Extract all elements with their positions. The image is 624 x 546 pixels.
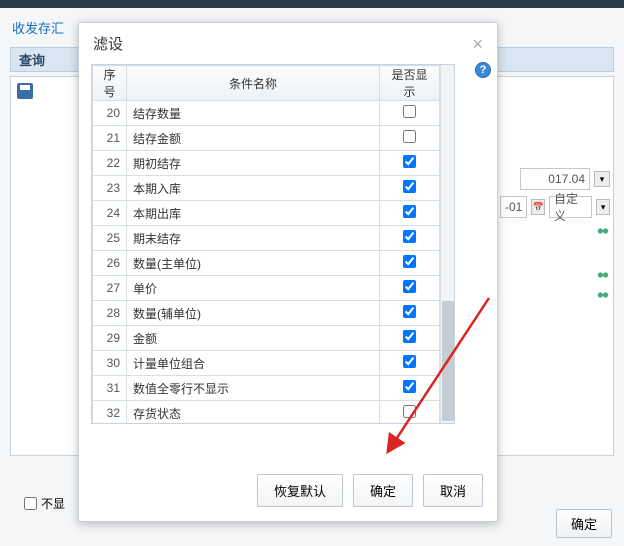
lookup-icon[interactable] [596, 268, 610, 282]
show-checkbox[interactable] [403, 405, 416, 418]
table-row[interactable]: 25期末结存 [93, 226, 440, 251]
cell-name: 存货状态 [127, 401, 380, 424]
cell-show [380, 201, 440, 226]
cell-seq: 28 [93, 301, 127, 326]
cell-name: 结存金额 [127, 126, 380, 151]
cell-seq: 27 [93, 276, 127, 301]
show-checkbox[interactable] [403, 230, 416, 243]
cell-name: 单价 [127, 276, 380, 301]
show-checkbox[interactable] [403, 355, 416, 368]
cell-name: 结存数量 [127, 101, 380, 126]
cell-show [380, 251, 440, 276]
cell-name: 数值全零行不显示 [127, 376, 380, 401]
cell-seq: 30 [93, 351, 127, 376]
dialog-cancel-button[interactable]: 取消 [423, 474, 483, 507]
show-checkbox[interactable] [403, 330, 416, 343]
cell-seq: 23 [93, 176, 127, 201]
breadcrumb-link[interactable]: 收发存汇 [10, 14, 64, 47]
app-titlebar [0, 0, 624, 8]
right-fields: 017.04 ▾ -01 📅 自定义 ▾ [500, 168, 610, 308]
cell-show [380, 126, 440, 151]
cell-seq: 29 [93, 326, 127, 351]
cell-show [380, 226, 440, 251]
table-row[interactable]: 27单价 [93, 276, 440, 301]
table-row[interactable]: 31数值全零行不显示 [93, 376, 440, 401]
cell-show [380, 276, 440, 301]
show-checkbox[interactable] [403, 205, 416, 218]
table-row[interactable]: 22期初结存 [93, 151, 440, 176]
cell-name: 金额 [127, 326, 380, 351]
cell-seq: 24 [93, 201, 127, 226]
cell-seq: 22 [93, 151, 127, 176]
conditions-table: 序号 条件名称 是否显示 20结存数量21结存金额22期初结存23本期入库24本… [91, 64, 455, 424]
cell-show [380, 376, 440, 401]
table-row[interactable]: 21结存金额 [93, 126, 440, 151]
table-row[interactable]: 20结存数量 [93, 101, 440, 126]
cell-name: 本期入库 [127, 176, 380, 201]
table-row[interactable]: 24本期出库 [93, 201, 440, 226]
dialog-ok-button[interactable]: 确定 [353, 474, 413, 507]
cell-show [380, 151, 440, 176]
col-seq: 序号 [93, 66, 127, 101]
cell-seq: 32 [93, 401, 127, 424]
cell-seq: 25 [93, 226, 127, 251]
table-row[interactable]: 26数量(主单位) [93, 251, 440, 276]
bottom-checkbox-label: 不显 [41, 495, 65, 512]
lookup-icon[interactable] [596, 288, 610, 302]
show-checkbox[interactable] [403, 155, 416, 168]
col-show: 是否显示 [380, 66, 440, 101]
custom-select[interactable]: 自定义 [549, 196, 592, 218]
table-row[interactable]: 28数量(辅单位) [93, 301, 440, 326]
help-icon[interactable]: ? [475, 62, 491, 78]
cell-name: 本期出库 [127, 201, 380, 226]
table-row[interactable]: 30计量单位组合 [93, 351, 440, 376]
save-icon[interactable] [17, 83, 33, 99]
cell-seq: 31 [93, 376, 127, 401]
page-ok-button[interactable]: 确定 [556, 509, 612, 538]
cell-seq: 20 [93, 101, 127, 126]
dialog-title: 滤设 [93, 33, 123, 54]
cell-show [380, 351, 440, 376]
cell-name: 期末结存 [127, 226, 380, 251]
scrollbar-thumb[interactable] [442, 301, 454, 421]
table-row[interactable]: 29金额 [93, 326, 440, 351]
table-row[interactable]: 32存货状态 [93, 401, 440, 424]
show-checkbox[interactable] [403, 130, 416, 143]
cell-show [380, 301, 440, 326]
close-icon[interactable]: × [472, 35, 483, 53]
date-suffix-field[interactable]: -01 [500, 196, 527, 218]
show-checkbox[interactable] [403, 280, 416, 293]
cell-show [380, 401, 440, 424]
period-field[interactable]: 017.04 [520, 168, 590, 190]
show-checkbox[interactable] [403, 255, 416, 268]
filter-dialog: 滤设 × ? 序号 条件名称 是否显示 20结存数量21结存金额22期初结存23… [78, 22, 498, 522]
cell-show [380, 326, 440, 351]
show-checkbox[interactable] [403, 380, 416, 393]
cell-show [380, 176, 440, 201]
cell-name: 数量(辅单位) [127, 301, 380, 326]
cell-show [380, 101, 440, 126]
cell-seq: 21 [93, 126, 127, 151]
custom-dropdown-button[interactable]: ▾ [596, 199, 610, 215]
cell-name: 期初结存 [127, 151, 380, 176]
bottom-checkbox[interactable] [24, 497, 37, 510]
show-checkbox[interactable] [403, 305, 416, 318]
scrollbar-vertical[interactable] [440, 65, 454, 423]
table-row[interactable]: 23本期入库 [93, 176, 440, 201]
calendar-icon[interactable]: 📅 [531, 199, 545, 215]
cell-name: 计量单位组合 [127, 351, 380, 376]
cell-name: 数量(主单位) [127, 251, 380, 276]
show-checkbox[interactable] [403, 105, 416, 118]
col-name: 条件名称 [127, 66, 380, 101]
lookup-icon[interactable] [596, 224, 610, 238]
show-checkbox[interactable] [403, 180, 416, 193]
cell-seq: 26 [93, 251, 127, 276]
restore-defaults-button[interactable]: 恢复默认 [257, 474, 343, 507]
period-dropdown-button[interactable]: ▾ [594, 171, 610, 187]
